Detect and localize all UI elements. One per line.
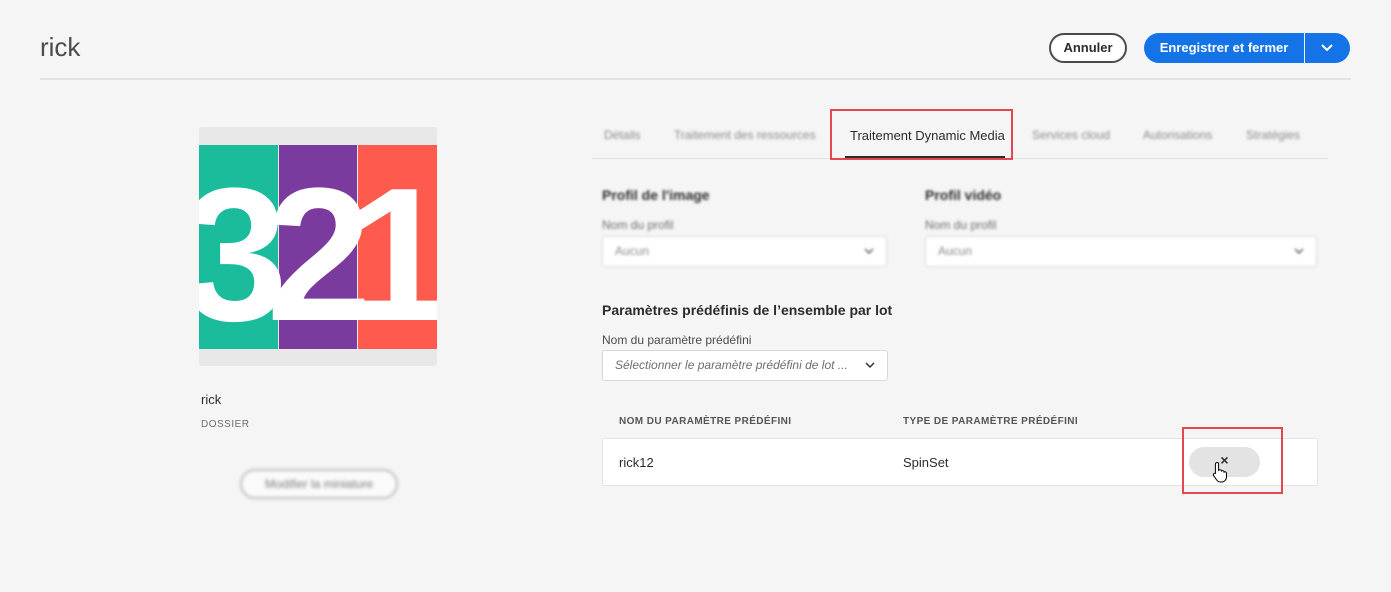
edit-thumbnail-button[interactable]: Modifier la miniature bbox=[240, 469, 398, 499]
video-profile-select[interactable]: Aucun bbox=[925, 236, 1317, 267]
batch-set-label: Nom du paramètre prédéfini bbox=[602, 333, 752, 347]
image-profile-label: Nom du profil bbox=[602, 218, 674, 232]
batch-set-title: Paramètres prédéfinis de l’ensemble par … bbox=[602, 302, 893, 318]
tab-cloud-services[interactable]: Services cloud bbox=[1032, 128, 1110, 142]
tab-asset-processing[interactable]: Traitement des ressources bbox=[674, 128, 816, 142]
tab-details[interactable]: Détails bbox=[604, 128, 641, 142]
page-title: rick bbox=[40, 32, 81, 62]
video-profile-value: Aucun bbox=[938, 244, 973, 258]
preset-type-cell: SpinSet bbox=[903, 455, 949, 470]
asset-name: rick bbox=[201, 392, 222, 407]
save-and-close-button[interactable]: Enregistrer et fermer bbox=[1144, 33, 1304, 63]
image-profile-value: Aucun bbox=[615, 244, 650, 258]
video-profile-label: Nom du profil bbox=[925, 218, 997, 232]
image-profile-select[interactable]: Aucun bbox=[602, 236, 887, 267]
highlight-box-tab bbox=[830, 109, 1013, 160]
tab-permissions[interactable]: Autorisations bbox=[1143, 128, 1212, 142]
folder-thumbnail: 3 2 1 bbox=[199, 127, 437, 366]
chevron-down-icon bbox=[1321, 44, 1333, 52]
tab-policies[interactable]: Stratégies bbox=[1246, 128, 1300, 142]
column-header-type: TYPE DE PARAMÈTRE PRÉDÉFINI bbox=[903, 416, 1079, 427]
chevron-down-icon bbox=[865, 362, 875, 369]
hand-cursor-icon bbox=[1212, 461, 1227, 483]
column-header-name: NOM DU PARAMÈTRE PRÉDÉFINI bbox=[619, 416, 792, 427]
video-profile-title: Profil vidéo bbox=[925, 187, 1002, 203]
chevron-down-icon bbox=[864, 248, 874, 255]
cancel-button[interactable]: Annuler bbox=[1049, 33, 1127, 63]
batch-set-placeholder: Sélectionner le paramètre prédéfini de l… bbox=[615, 358, 848, 372]
save-options-button[interactable] bbox=[1305, 33, 1350, 63]
image-profile-title: Profil de l'image bbox=[602, 187, 710, 203]
header-divider bbox=[40, 78, 1351, 80]
chevron-down-icon bbox=[1294, 248, 1304, 255]
batch-set-select[interactable]: Sélectionner le paramètre prédéfini de l… bbox=[602, 350, 888, 381]
svg-text:1: 1 bbox=[346, 149, 437, 349]
highlight-box-remove bbox=[1182, 427, 1283, 494]
asset-type: DOSSIER bbox=[201, 419, 250, 430]
preset-name-cell: rick12 bbox=[619, 455, 654, 470]
